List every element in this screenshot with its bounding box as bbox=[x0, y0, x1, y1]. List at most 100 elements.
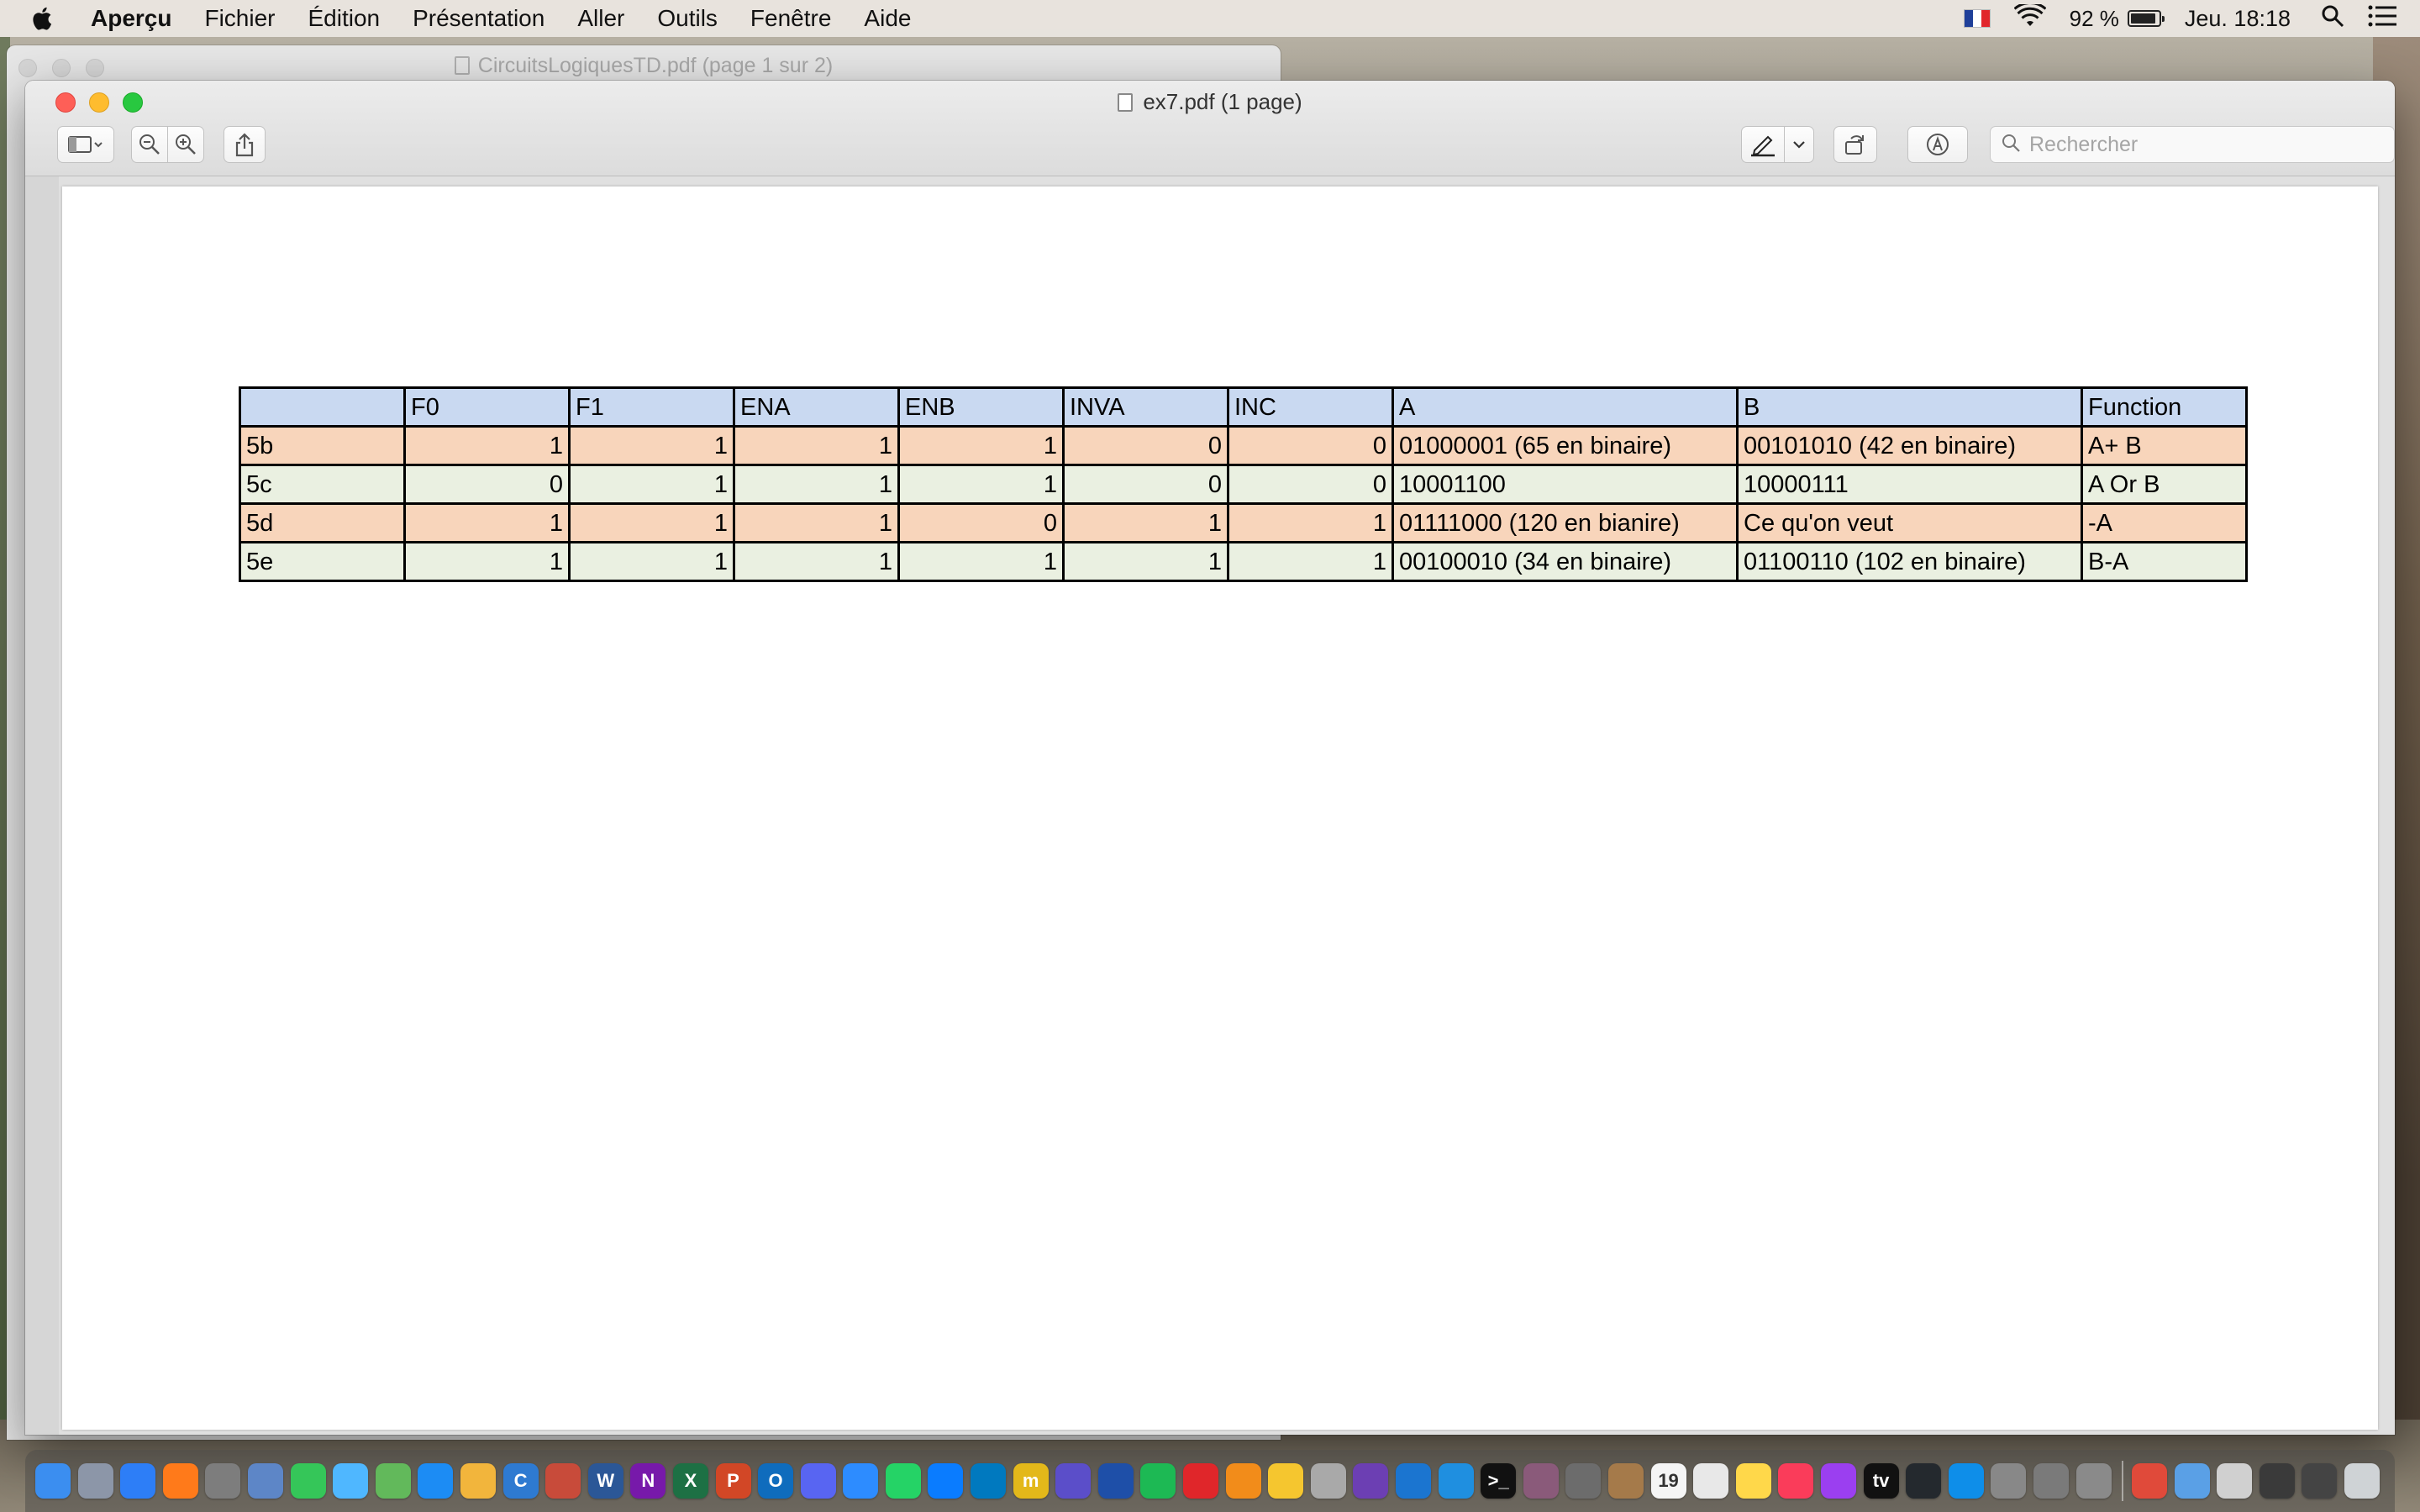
menu-edition[interactable]: Édition bbox=[308, 5, 380, 32]
menu-outils[interactable]: Outils bbox=[657, 5, 718, 32]
pen-icon bbox=[1749, 132, 1776, 157]
preview-icon[interactable] bbox=[247, 1463, 283, 1499]
window-titlebar[interactable]: ex7.pdf (1 page) bbox=[25, 81, 2395, 176]
preferences-alt-icon[interactable] bbox=[2075, 1463, 2112, 1499]
chevron-down-icon bbox=[1792, 139, 1806, 150]
spotlight-search-icon[interactable] bbox=[2321, 4, 2344, 34]
trash-icon[interactable] bbox=[2344, 1463, 2381, 1499]
ccleaner-icon[interactable]: C bbox=[502, 1463, 539, 1499]
zoom-in-button[interactable] bbox=[167, 126, 204, 163]
launchpad-icon[interactable] bbox=[77, 1463, 113, 1499]
markup-toolbar-button[interactable] bbox=[1907, 126, 1968, 163]
visual-studio-icon[interactable] bbox=[1353, 1463, 1389, 1499]
control-center-icon[interactable] bbox=[2368, 5, 2396, 33]
table-row: 5e 1 1 1 1 1 1 00100010 (34 en binaire) 01100110… bbox=[239, 541, 2248, 582]
system-preferences-icon[interactable] bbox=[205, 1463, 241, 1499]
pdf-page[interactable]: F0 F1 ENA ENB INVA INC A B Function 5b 1 1 1 1 0 0 01000… bbox=[62, 186, 2378, 1430]
toolbox-icon[interactable] bbox=[545, 1463, 581, 1499]
facetime-icon[interactable] bbox=[290, 1463, 326, 1499]
firefox-icon[interactable] bbox=[162, 1463, 198, 1499]
menu-fichier[interactable]: Fichier bbox=[204, 5, 275, 32]
menu-presentation[interactable]: Présentation bbox=[413, 5, 544, 32]
trello-icon[interactable] bbox=[971, 1463, 1007, 1499]
app-store-icon[interactable] bbox=[418, 1463, 454, 1499]
reminders-icon[interactable] bbox=[1693, 1463, 1729, 1499]
table-cell: 1 bbox=[568, 541, 735, 582]
zoom-icon[interactable] bbox=[843, 1463, 879, 1499]
excel-icon[interactable]: X bbox=[672, 1463, 708, 1499]
messages-icon[interactable] bbox=[333, 1463, 369, 1499]
rotate-button[interactable] bbox=[1833, 126, 1877, 163]
notes-icon[interactable] bbox=[1735, 1463, 1771, 1499]
markup-menu-button[interactable] bbox=[1784, 126, 1814, 163]
antivirus-icon[interactable] bbox=[1183, 1463, 1219, 1499]
menu-aide[interactable]: Aide bbox=[864, 5, 911, 32]
xcode-icon[interactable] bbox=[1396, 1463, 1431, 1499]
whatsapp-icon[interactable] bbox=[885, 1463, 921, 1499]
table-cell: 0 bbox=[897, 502, 1065, 543]
table-header-cell: Function bbox=[2081, 386, 2248, 428]
finder-icon[interactable] bbox=[35, 1463, 71, 1499]
powerpoint-icon[interactable]: P bbox=[715, 1463, 751, 1499]
screenshot-icon[interactable] bbox=[2217, 1463, 2253, 1499]
zoom-out-button[interactable] bbox=[131, 126, 168, 163]
outlook-icon[interactable]: O bbox=[758, 1463, 794, 1499]
markup-pen-button[interactable] bbox=[1741, 126, 1785, 163]
background-window-titlebar[interactable]: CircuitsLogiquesTD.pdf (page 1 sur 2) bbox=[7, 45, 1281, 86]
battery-percent: 92 % bbox=[2069, 5, 2119, 31]
word-icon[interactable]: W bbox=[587, 1463, 623, 1499]
input-source-flag-icon[interactable] bbox=[1963, 9, 1991, 28]
tooth-app-icon[interactable] bbox=[1310, 1463, 1346, 1499]
window-thumbnail-icon[interactable] bbox=[2259, 1463, 2295, 1499]
document-area[interactable]: F0 F1 ENA ENB INVA INC A B Function 5b 1 1 1 1 0 0 01000… bbox=[25, 176, 2395, 1435]
chrome-icon[interactable] bbox=[2132, 1463, 2168, 1499]
window-thumbnail-icon[interactable] bbox=[2302, 1463, 2338, 1499]
menu-app-name[interactable]: Aperçu bbox=[91, 5, 171, 32]
messenger-icon[interactable] bbox=[928, 1463, 964, 1499]
vlc-icon[interactable] bbox=[1225, 1463, 1261, 1499]
table-header-cell: ENB bbox=[897, 386, 1065, 428]
music-icon[interactable] bbox=[1778, 1463, 1814, 1499]
search-input[interactable] bbox=[2029, 132, 2365, 157]
table-header-cell: INC bbox=[1227, 386, 1394, 428]
menu-aller[interactable]: Aller bbox=[577, 5, 624, 32]
terminal-icon[interactable]: >_ bbox=[1481, 1463, 1517, 1499]
teamviewer-icon[interactable] bbox=[1948, 1463, 1984, 1499]
vscode-icon[interactable] bbox=[1438, 1463, 1474, 1499]
disk-utility-icon[interactable] bbox=[1523, 1463, 1559, 1499]
wifi-icon[interactable] bbox=[2013, 1, 2047, 34]
battery-status[interactable]: 92 % bbox=[2069, 5, 2165, 32]
calendar-icon[interactable]: 19 bbox=[1650, 1463, 1686, 1499]
imovie-icon[interactable] bbox=[1055, 1463, 1092, 1499]
apple-menu-icon[interactable] bbox=[32, 5, 66, 32]
dictionary-icon[interactable] bbox=[1607, 1463, 1644, 1499]
share-button[interactable] bbox=[224, 126, 266, 163]
onenote-icon[interactable]: N bbox=[630, 1463, 666, 1499]
chess-icon[interactable] bbox=[1565, 1463, 1602, 1499]
apple-tv-icon[interactable]: tv bbox=[1863, 1463, 1899, 1499]
search-field[interactable] bbox=[1990, 126, 2395, 163]
sidebar-toggle-button[interactable] bbox=[57, 126, 114, 163]
maps-icon[interactable] bbox=[375, 1463, 411, 1499]
mendeley-icon[interactable]: m bbox=[1013, 1463, 1049, 1499]
table-header-cell: F0 bbox=[403, 386, 571, 428]
table-header-cell: A bbox=[1392, 386, 1739, 428]
downloads-folder-icon[interactable] bbox=[2174, 1463, 2210, 1499]
zoom-out-icon bbox=[138, 133, 161, 156]
table-header-cell: F1 bbox=[568, 386, 735, 428]
migration-icon[interactable] bbox=[2033, 1463, 2069, 1499]
podcasts-icon[interactable] bbox=[1820, 1463, 1856, 1499]
window-title: ex7.pdf (1 page) bbox=[1143, 89, 1302, 114]
star-app-icon[interactable] bbox=[1268, 1463, 1304, 1499]
utility-icon[interactable] bbox=[1991, 1463, 2027, 1499]
menu-fenetre[interactable]: Fenêtre bbox=[750, 5, 832, 32]
github-icon[interactable] bbox=[1906, 1463, 1942, 1499]
table-cell: 0 bbox=[1227, 464, 1394, 505]
clock[interactable]: Jeu. 18:18 bbox=[2185, 6, 2291, 32]
spotify-icon[interactable] bbox=[1140, 1463, 1176, 1499]
headphones-icon[interactable] bbox=[1097, 1463, 1134, 1499]
safari-icon[interactable] bbox=[120, 1463, 156, 1499]
discord-icon[interactable] bbox=[800, 1463, 836, 1499]
photos-icon[interactable] bbox=[460, 1463, 496, 1499]
window-title-area: ex7.pdf (1 page) bbox=[25, 89, 2395, 115]
